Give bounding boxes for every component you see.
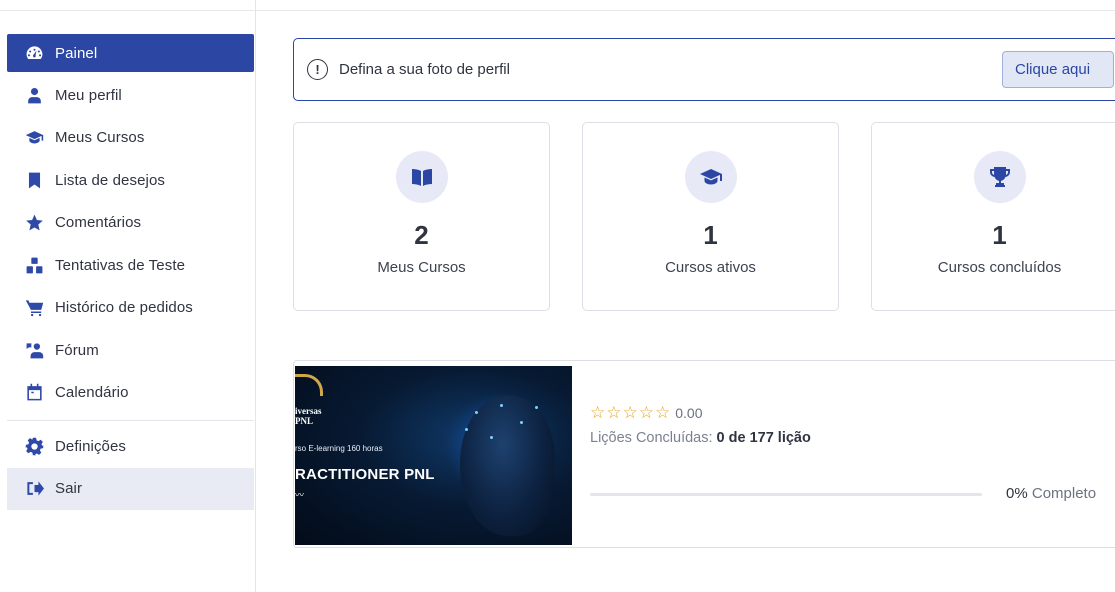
lessons-label: Lições Concluídas: — [590, 430, 713, 446]
stat-value: 1 — [703, 220, 718, 250]
sidebar-item-label: Histórico de pedidos — [55, 299, 193, 317]
sidebar-item-definicoes[interactable]: Definições — [7, 425, 254, 468]
sidebar: Painel Meu perfil Meus Cursos Lista de d… — [7, 34, 254, 510]
sidebar-item-label: Calendário — [55, 384, 129, 402]
stat-label: Cursos concluídos — [937, 259, 1062, 276]
sidebar-item-meu-perfil[interactable]: Meu perfil — [7, 74, 254, 117]
sidebar-item-forum[interactable]: Fórum — [7, 329, 254, 372]
bookmark-icon — [24, 170, 44, 190]
click-here-button[interactable]: Clique aqui — [1002, 51, 1114, 88]
thumbnail-node — [465, 428, 468, 431]
gear-icon — [24, 436, 44, 456]
progress-text: 0% Completo — [1006, 485, 1096, 502]
sidebar-item-label: Meus Cursos — [55, 129, 145, 147]
course-logo-mark — [295, 374, 323, 396]
stat-card-active-courses: 1 Cursos ativos — [582, 122, 839, 311]
cart-icon — [24, 298, 44, 318]
book-open-icon — [395, 151, 448, 203]
course-rating: ☆ ☆ ☆ ☆ ☆ 0.00 — [590, 404, 811, 421]
stat-value: 2 — [414, 220, 429, 250]
trophy-icon — [973, 151, 1026, 203]
user-icon — [24, 85, 44, 105]
sidebar-item-label: Sair — [55, 480, 83, 498]
graduation-cap-icon — [24, 128, 44, 148]
thumbnail-brand-line1: iversas — [295, 406, 322, 416]
notice-text: Defina a sua foto de perfil — [339, 61, 510, 78]
lessons-completed: Lições Concluídas: 0 de 177 lição — [590, 430, 811, 446]
sidebar-item-historico-de-pedidos[interactable]: Histórico de pedidos — [7, 287, 254, 330]
sidebar-item-sair[interactable]: Sair — [7, 467, 254, 510]
course-info: ☆ ☆ ☆ ☆ ☆ 0.00 Lições Concluídas: 0 de 1… — [590, 404, 811, 446]
thumbnail-brand: iversas PNL — [295, 406, 322, 426]
thumbnail-title: RACTITIONER PNL — [295, 466, 435, 483]
quiz-blocks-icon — [24, 255, 44, 275]
profile-photo-notice: ! Defina a sua foto de perfil Clique aqu… — [293, 38, 1115, 101]
sidebar-item-lista-de-desejos[interactable]: Lista de desejos — [7, 159, 254, 202]
thumbnail-subtitle: rso E-learning 160 horas — [295, 444, 383, 453]
graduation-cap-icon — [684, 151, 737, 203]
star-empty-icon: ☆ — [638, 403, 654, 422]
calendar-icon — [24, 383, 44, 403]
dashboard-icon — [24, 43, 44, 63]
lessons-value: 0 de 177 lição — [716, 430, 811, 446]
sidebar-item-label: Painel — [55, 44, 98, 62]
sidebar-separator — [7, 420, 254, 421]
sidebar-item-label: Meu perfil — [55, 86, 122, 104]
thumbnail-node — [520, 421, 523, 424]
sidebar-item-label: Lista de desejos — [55, 171, 166, 189]
course-card[interactable]: iversas PNL rso E-learning 160 horas RAC… — [293, 360, 1115, 548]
star-empty-icon: ☆ — [606, 403, 622, 422]
sidebar-divider — [255, 0, 256, 592]
thumbnail-node — [475, 411, 478, 414]
thumbnail-brand-line2: PNL — [295, 416, 313, 426]
thumbnail-node — [500, 404, 503, 407]
star-icon — [24, 213, 44, 233]
thumbnail-node — [490, 436, 493, 439]
stat-value: 1 — [992, 220, 1007, 250]
forum-icon — [24, 340, 44, 360]
sidebar-item-painel[interactable]: Painel — [7, 34, 254, 72]
course-thumbnail[interactable]: iversas PNL rso E-learning 160 horas RAC… — [295, 366, 572, 545]
top-divider — [0, 10, 1115, 11]
logout-icon — [24, 479, 44, 499]
sidebar-item-label: Definições — [55, 437, 127, 455]
sidebar-item-label: Comentários — [55, 214, 142, 232]
sidebar-item-meus-cursos[interactable]: Meus Cursos — [7, 117, 254, 160]
progress-value: 0% — [1006, 485, 1028, 502]
sidebar-item-tentativas-de-teste[interactable]: Tentativas de Teste — [7, 244, 254, 287]
sidebar-item-label: Tentativas de Teste — [55, 256, 186, 274]
star-empty-icon: ☆ — [655, 403, 671, 422]
thumbnail-node — [535, 406, 538, 409]
stat-label: Cursos ativos — [665, 259, 756, 276]
thumbnail-head-silhouette — [460, 396, 555, 536]
sidebar-item-calendario[interactable]: Calendário — [7, 372, 254, 415]
thumbnail-wave: 〰 — [295, 490, 305, 500]
stat-card-completed-courses: 1 Cursos concluídos — [871, 122, 1115, 311]
progress-label: Completo — [1031, 485, 1097, 502]
star-empty-icon: ☆ — [590, 403, 606, 422]
info-icon: ! — [307, 59, 328, 80]
sidebar-item-label: Fórum — [55, 341, 99, 359]
stat-card-my-courses: 2 Meus Cursos — [293, 122, 550, 311]
star-empty-icon: ☆ — [622, 403, 638, 422]
progress-bar — [590, 493, 982, 496]
sidebar-item-comentarios[interactable]: Comentários — [7, 202, 254, 245]
stat-label: Meus Cursos — [377, 259, 466, 276]
rating-value: 0.00 — [675, 404, 703, 421]
